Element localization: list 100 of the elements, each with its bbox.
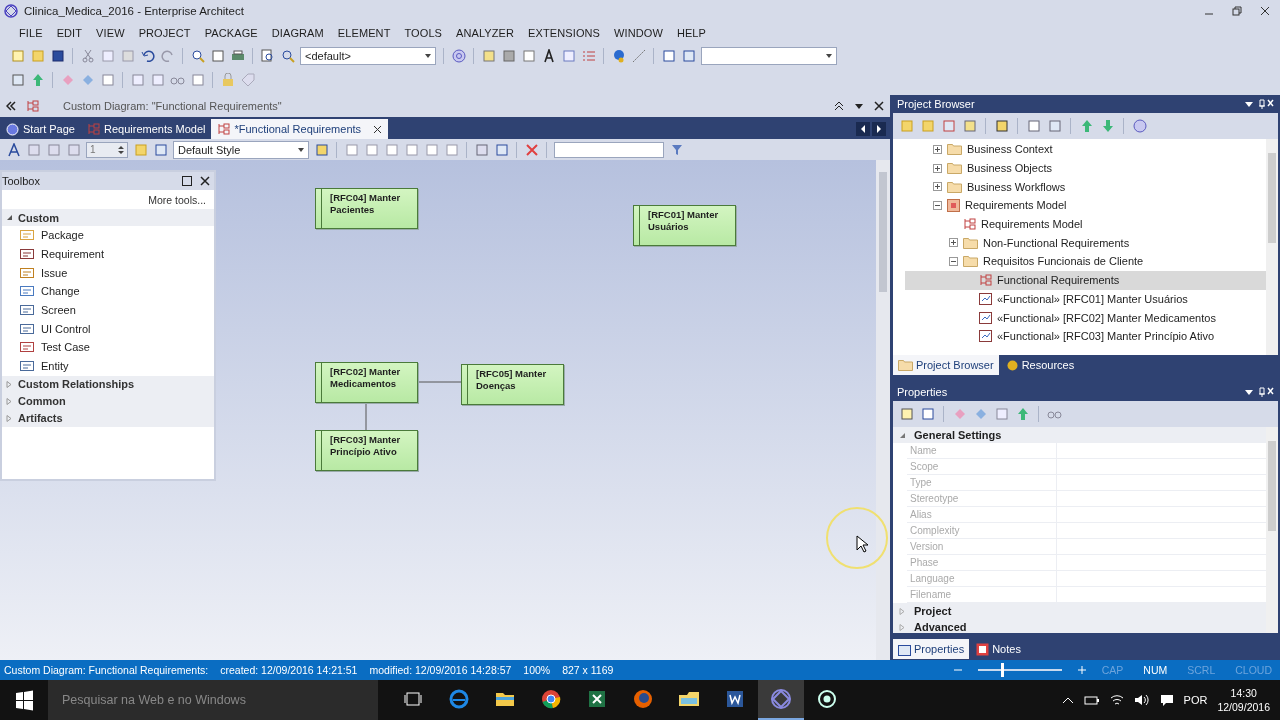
align-icon[interactable] bbox=[344, 142, 359, 157]
maximize-icon[interactable] bbox=[182, 176, 192, 186]
collapse-icon[interactable] bbox=[949, 256, 958, 266]
tree-item[interactable]: Business Objects bbox=[893, 158, 1266, 178]
document-tab[interactable]: Requirements Model bbox=[81, 119, 212, 139]
menu-item[interactable]: HELP bbox=[669, 26, 714, 39]
up-arrow-icon[interactable] bbox=[1015, 406, 1030, 422]
panel-controls-icon[interactable] bbox=[1244, 99, 1274, 109]
requirement-node[interactable]: [RFC02] Manter Medicamentos bbox=[315, 362, 418, 403]
undo-icon[interactable] bbox=[140, 48, 155, 64]
style-select[interactable]: Default Style bbox=[173, 140, 309, 159]
window-icon[interactable] bbox=[681, 48, 696, 64]
menu-item[interactable]: WINDOW bbox=[607, 26, 670, 39]
pipette-icon[interactable] bbox=[153, 142, 168, 157]
layout-icon[interactable] bbox=[474, 142, 489, 157]
menu-item[interactable]: PACKAGE bbox=[197, 26, 265, 39]
notification-icon[interactable] bbox=[1159, 694, 1174, 706]
page-icon[interactable] bbox=[210, 48, 225, 64]
window-icon[interactable] bbox=[1047, 118, 1062, 134]
align-icon[interactable] bbox=[384, 142, 399, 157]
tree-item[interactable]: Requirements Model bbox=[893, 214, 1266, 234]
tree-item[interactable]: Business Workflows bbox=[893, 177, 1266, 197]
menu-item[interactable]: FILE bbox=[12, 26, 50, 39]
align-icon[interactable] bbox=[404, 142, 419, 157]
redo-icon[interactable] bbox=[160, 48, 175, 64]
scroll-right-icon[interactable] bbox=[872, 122, 886, 136]
panel-tab[interactable]: Properties bbox=[893, 639, 970, 659]
document-tab[interactable]: *Functional Requirements bbox=[211, 119, 389, 139]
property-section[interactable]: Project bbox=[893, 603, 1266, 619]
folder-icon[interactable] bbox=[920, 118, 935, 134]
property-section[interactable]: Advanced bbox=[893, 619, 1266, 633]
close-icon[interactable] bbox=[874, 101, 884, 111]
font-color-icon[interactable] bbox=[26, 142, 41, 157]
tree-item[interactable]: Business Context bbox=[893, 140, 1266, 159]
search-icon[interactable] bbox=[280, 48, 295, 64]
cut-icon[interactable] bbox=[80, 48, 95, 64]
down-arrow-icon[interactable] bbox=[1100, 118, 1115, 134]
toolbox-item[interactable]: Issue bbox=[2, 263, 214, 283]
panel-tab[interactable]: Resources bbox=[1000, 355, 1080, 375]
line-width-field[interactable]: 1 bbox=[86, 141, 128, 158]
note-icon[interactable] bbox=[481, 48, 496, 64]
folder-icon[interactable] bbox=[30, 48, 45, 64]
globe-icon[interactable] bbox=[611, 48, 626, 64]
up-arrow-icon[interactable] bbox=[30, 72, 45, 88]
tree-item[interactable]: Requisitos Funcionais de Cliente bbox=[893, 252, 1266, 271]
restore-icon[interactable] bbox=[1232, 5, 1242, 16]
layout-icon[interactable] bbox=[661, 48, 676, 64]
tree-item[interactable]: Non-Functional Requirements bbox=[893, 233, 1266, 253]
menu-item[interactable]: VIEW bbox=[89, 26, 132, 39]
spinner-arrows-icon[interactable] bbox=[118, 144, 124, 155]
menu-item[interactable]: ANALYZER bbox=[449, 26, 522, 39]
scrollbar[interactable] bbox=[1266, 139, 1278, 355]
line-color-icon[interactable] bbox=[66, 142, 81, 157]
fill-icon[interactable] bbox=[46, 142, 61, 157]
zoom-icon[interactable] bbox=[190, 48, 205, 64]
font-icon[interactable] bbox=[6, 142, 21, 157]
close-icon[interactable] bbox=[1260, 5, 1270, 16]
document-icon[interactable] bbox=[1026, 118, 1041, 134]
square-icon[interactable] bbox=[501, 48, 516, 64]
close-icon[interactable] bbox=[200, 176, 210, 186]
panel-tab[interactable]: Project Browser bbox=[893, 355, 999, 375]
element-icon[interactable] bbox=[962, 118, 977, 134]
document-icon[interactable] bbox=[521, 48, 536, 64]
scroll-left-icon[interactable] bbox=[856, 122, 870, 136]
toolbox-item[interactable]: Entity bbox=[2, 356, 214, 376]
find-icon[interactable] bbox=[260, 48, 275, 64]
list-icon[interactable] bbox=[581, 48, 596, 64]
paste-icon[interactable] bbox=[120, 48, 135, 64]
panel-controls-icon[interactable] bbox=[1244, 387, 1274, 397]
window-icon[interactable] bbox=[994, 406, 1009, 422]
sort-icon[interactable] bbox=[920, 406, 935, 422]
document-tab[interactable]: Start Page bbox=[0, 119, 81, 139]
window-icon[interactable] bbox=[150, 72, 165, 88]
search-icon[interactable] bbox=[994, 118, 1009, 134]
scrollbar[interactable] bbox=[1266, 427, 1278, 633]
document-icon[interactable] bbox=[561, 48, 576, 64]
expand-icon[interactable] bbox=[933, 163, 942, 173]
panel-tab[interactable]: Notes bbox=[971, 639, 1026, 659]
requirement-node[interactable]: [RFC04] Manter Pacientes bbox=[315, 188, 418, 229]
categorized-icon[interactable] bbox=[899, 406, 914, 422]
tree-item[interactable]: «Functional» [RFC01] Manter Usuários bbox=[905, 289, 1266, 309]
collapse-icon[interactable] bbox=[6, 214, 13, 221]
menu-item[interactable]: EXTENSIONS bbox=[521, 26, 607, 39]
workspace-select[interactable] bbox=[701, 47, 837, 65]
pencil-icon[interactable] bbox=[314, 142, 329, 157]
toolbox-item[interactable]: UI Control bbox=[2, 319, 214, 339]
collapse-icon[interactable] bbox=[6, 101, 16, 111]
connector-icon[interactable] bbox=[631, 48, 646, 64]
requirement-node[interactable]: [RFC01] Manter Usuários bbox=[633, 205, 736, 246]
toolbox-item[interactable]: Change bbox=[2, 282, 214, 301]
speaker-icon[interactable] bbox=[1133, 694, 1150, 706]
menu-item[interactable]: PROJECT bbox=[131, 26, 198, 39]
collapse-icon[interactable] bbox=[834, 101, 844, 111]
dropdown-icon[interactable] bbox=[854, 101, 864, 111]
perspective-select[interactable]: <default> bbox=[300, 47, 436, 65]
help-icon[interactable] bbox=[1132, 118, 1147, 134]
text-icon[interactable] bbox=[541, 48, 556, 64]
save-icon[interactable] bbox=[50, 48, 65, 64]
align-icon[interactable] bbox=[364, 142, 379, 157]
tree-item[interactable]: Requirements Model bbox=[893, 196, 1266, 215]
